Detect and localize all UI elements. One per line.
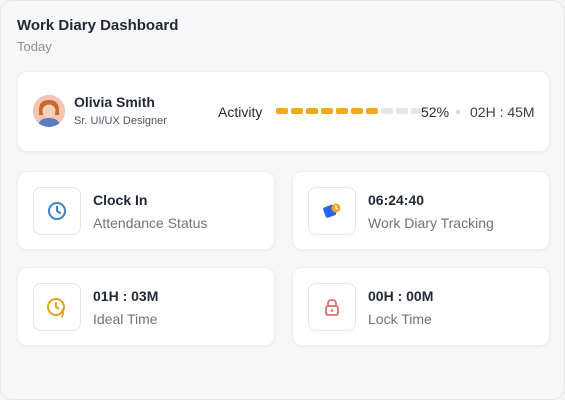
stat-label: Attendance Status	[93, 215, 208, 231]
separator-dot	[456, 110, 460, 114]
activity-segment	[366, 108, 378, 114]
user-name: Olivia Smith	[74, 94, 155, 110]
tracking-icon	[308, 187, 356, 235]
stat-value: 06:24:40	[368, 192, 425, 208]
activity-segment	[291, 108, 303, 114]
activity-time: 02H : 45M	[470, 104, 535, 120]
attendance-status-card[interactable]: Clock In Attendance Status	[17, 171, 275, 250]
user-role: Sr. UI/UX Designer	[74, 115, 167, 127]
stat-value: 00H : 00M	[368, 288, 434, 304]
avatar	[33, 95, 65, 127]
lock-time-card[interactable]: 00H : 00M Lock Time	[292, 267, 550, 346]
stat-value: Clock In	[93, 192, 148, 208]
ideal-time-card[interactable]: 01H : 03M Ideal Time	[17, 267, 275, 346]
activity-progress-bar	[276, 108, 423, 114]
lock-icon	[308, 283, 356, 331]
activity-segment	[381, 108, 393, 114]
stat-label: Ideal Time	[93, 311, 158, 327]
profile-card: Olivia Smith Sr. UI/UX Designer Activity…	[17, 71, 550, 152]
activity-segment	[396, 108, 408, 114]
idle-clock-icon	[33, 283, 81, 331]
clock-icon	[33, 187, 81, 235]
activity-segment	[351, 108, 363, 114]
stat-label: Lock Time	[368, 311, 432, 327]
page-title: Work Diary Dashboard	[17, 17, 179, 34]
activity-segment	[306, 108, 318, 114]
activity-segment	[276, 108, 288, 114]
page-subtitle: Today	[17, 39, 52, 54]
activity-label: Activity	[218, 104, 263, 120]
activity-segment	[336, 108, 348, 114]
work-diary-panel: Work Diary Dashboard Today Olivia Smith …	[0, 0, 565, 400]
activity-percent: 52%	[421, 104, 450, 120]
stat-label: Work Diary Tracking	[368, 215, 494, 231]
work-diary-tracking-card[interactable]: 06:24:40 Work Diary Tracking	[292, 171, 550, 250]
stat-value: 01H : 03M	[93, 288, 159, 304]
activity-segment	[321, 108, 333, 114]
